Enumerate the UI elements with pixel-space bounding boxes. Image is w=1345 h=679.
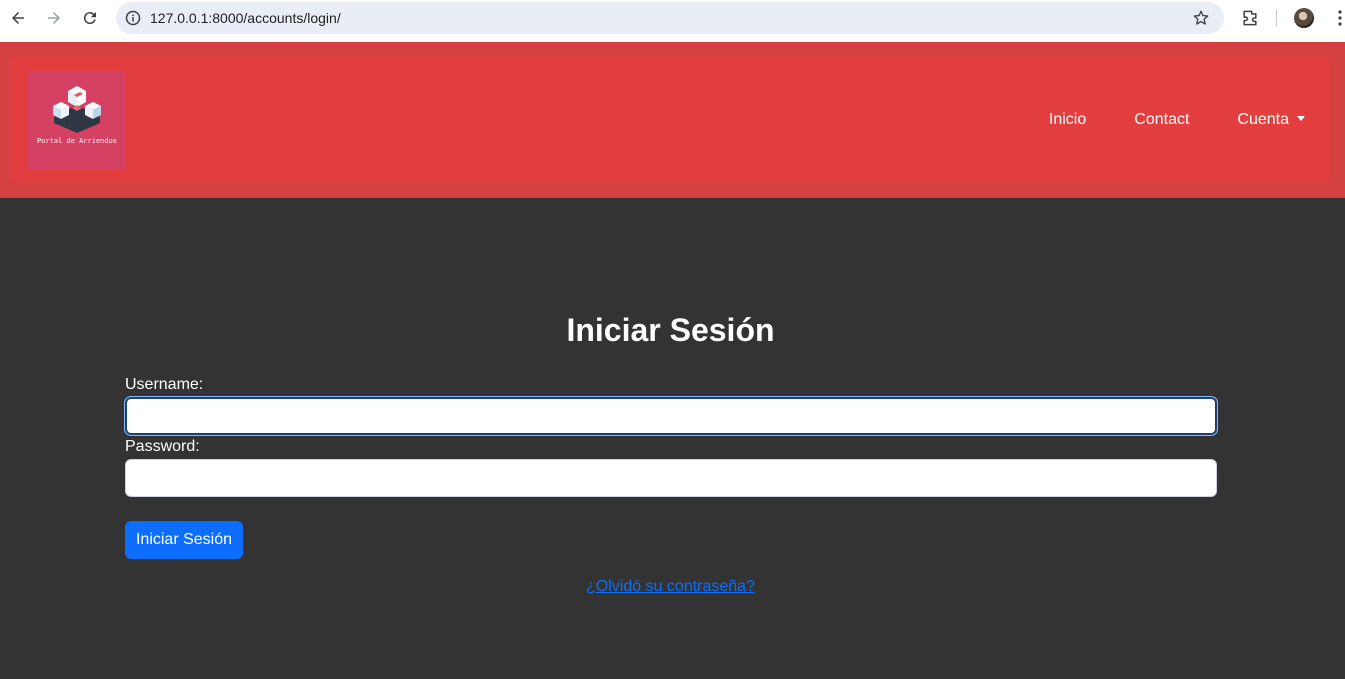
caret-down-icon <box>1297 115 1305 121</box>
browser-toolbar: 127.0.0.1:8000/accounts/login/ <box>0 0 1345 42</box>
profile-avatar[interactable] <box>1294 8 1314 28</box>
url-text: 127.0.0.1:8000/accounts/login/ <box>150 10 341 26</box>
navbar: Portal de Arriendos Inicio Contact Cuent… <box>12 58 1329 181</box>
site-header: Portal de Arriendos Inicio Contact Cuent… <box>0 42 1345 198</box>
reload-icon[interactable] <box>72 0 108 36</box>
forward-icon[interactable] <box>36 0 72 36</box>
forgot-password-container: ¿Olvidó su contraseña? <box>0 578 1341 596</box>
address-bar[interactable]: 127.0.0.1:8000/accounts/login/ <box>116 2 1224 34</box>
password-input[interactable] <box>125 459 1217 497</box>
logo-text: Portal de Arriendos <box>36 137 118 145</box>
username-input[interactable] <box>125 397 1217 435</box>
nav-item-cuenta-label: Cuenta <box>1237 110 1289 128</box>
site-logo[interactable]: Portal de Arriendos <box>28 71 126 169</box>
page-title: Iniciar Sesión <box>566 312 775 348</box>
back-icon[interactable] <box>0 0 36 36</box>
username-label: Username: <box>125 376 204 393</box>
login-button[interactable]: Iniciar Sesión <box>125 521 243 559</box>
nav-item-inicio[interactable]: Inicio <box>1025 111 1110 129</box>
password-label: Password: <box>125 438 200 455</box>
nav-item-cuenta[interactable]: Cuenta <box>1213 111 1329 129</box>
browser-menu-icon[interactable] <box>1330 8 1345 28</box>
extensions-icon[interactable] <box>1240 8 1260 28</box>
nav-links: Inicio Contact Cuenta <box>1025 58 1329 181</box>
nav-item-contact[interactable]: Contact <box>1110 111 1213 129</box>
bookmark-star-icon[interactable] <box>1192 9 1210 27</box>
toolbar-divider <box>1276 10 1277 26</box>
forgot-password-link[interactable]: ¿Olvidó su contraseña? <box>586 578 755 595</box>
login-section: Iniciar Sesión Username: Password: Inici… <box>0 198 1345 679</box>
logo-cubes-icon <box>53 86 101 133</box>
site-info-icon[interactable] <box>116 2 150 34</box>
